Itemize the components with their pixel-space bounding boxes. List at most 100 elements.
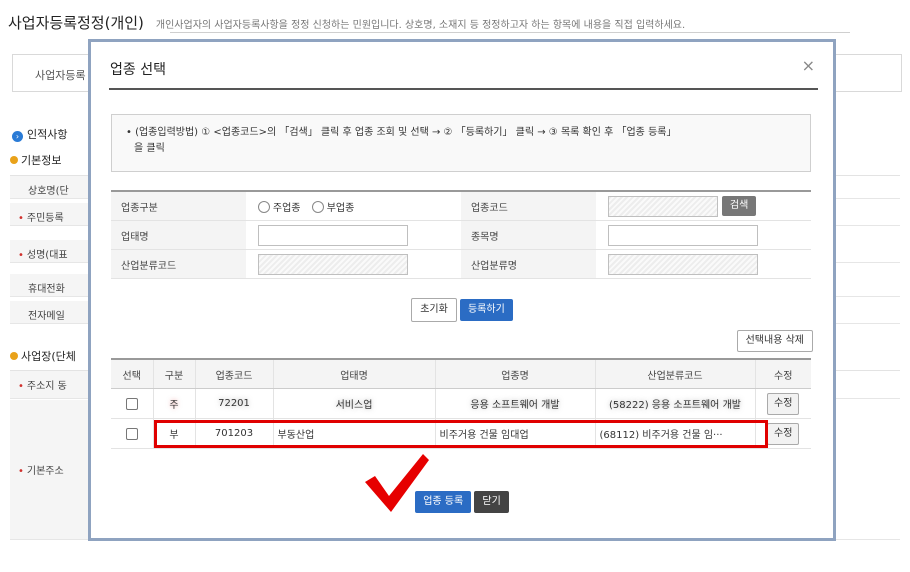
type-cell xyxy=(245,220,461,250)
edit-cell: 수정 xyxy=(754,388,811,419)
section-personal: › 인적사항 xyxy=(12,126,67,142)
industry-list-table: 선택 구분 업종코드 업태명 업종명 산업분류코드 수정 주 72201 서비스… xyxy=(111,358,811,449)
instruction-box: • (업종입력방법) ① <업종코드>의 「검색」 클릭 후 업종 조회 및 선… xyxy=(111,114,811,172)
radio-sub-industry[interactable] xyxy=(311,200,324,213)
item-cell: 응용 소프트웨어 개발 xyxy=(434,388,595,419)
biz-type-cell: 부동산업 xyxy=(272,418,435,449)
category-label: 업종구분 xyxy=(111,190,246,221)
reset-button[interactable]: 초기화 xyxy=(411,298,457,322)
row-label-text: 상호명(단 xyxy=(28,186,69,197)
col-header: 업종명 xyxy=(434,358,595,389)
item-cell: 비주거용 건물 임대업 xyxy=(434,418,595,449)
row-checkbox[interactable] xyxy=(125,397,138,410)
section-basic: 기본정보 xyxy=(10,152,61,168)
industry-class-name-field xyxy=(607,253,758,275)
arrow-circle-icon: › xyxy=(12,131,23,142)
tab-label[interactable]: 사업자등록 xyxy=(35,67,86,83)
industry-name-cell xyxy=(595,249,811,279)
row-label-text: 휴대전화 xyxy=(28,284,65,295)
select-cell xyxy=(111,388,153,419)
required-mark: • xyxy=(18,466,24,477)
table-row: 부 701203 부동산업 비주거용 건물 임대업 (68112) 비주거용 건… xyxy=(111,418,811,449)
row-label: 휴대전화 xyxy=(28,280,65,295)
row-label-text: 주민등록 xyxy=(26,213,64,224)
register-button[interactable]: 등록하기 xyxy=(459,299,513,321)
row-checkbox[interactable] xyxy=(125,427,138,440)
dialog-footer-buttons: 업종 등록 닫기 xyxy=(91,491,833,513)
col-header: 업종코드 xyxy=(194,358,273,389)
page-subtitle: 개인사업자의 사업자등록사항을 정정 신청하는 민원입니다. 상호명, 소재지 … xyxy=(155,20,686,31)
title-divider xyxy=(109,88,818,90)
row-label: • 기본주소 xyxy=(18,462,64,477)
section-basic-label: 기본정보 xyxy=(21,154,62,167)
radio-main-label: 주업종 xyxy=(272,202,301,214)
search-button[interactable]: 검색 xyxy=(721,196,757,216)
code-label: 업종코드 xyxy=(460,190,596,221)
industry-name-label: 산업분류명 xyxy=(460,249,596,279)
col-header: 수정 xyxy=(754,358,811,389)
select-cell xyxy=(111,418,153,449)
row-label-text: 성명(대표 xyxy=(26,250,68,261)
industry-code-cell xyxy=(245,249,461,279)
page-title-text: 사업자등록정정(개인) xyxy=(8,14,144,32)
required-mark: • xyxy=(18,381,24,392)
code-cell: 701203 xyxy=(194,418,273,449)
section-personal-label: 인적사항 xyxy=(27,128,68,141)
bullet-dot-icon xyxy=(10,156,18,164)
col-header: 업태명 xyxy=(272,358,435,389)
edit-button[interactable]: 수정 xyxy=(767,392,800,415)
page-title: 사업자등록정정(개인) 개인사업자의 사업자등록사항을 정정 신청하는 민원입니다… xyxy=(8,12,685,33)
type-label: 업태명 xyxy=(111,220,246,250)
category-radios: 주업종 부업종 xyxy=(245,190,461,221)
row-label: • 주민등록 xyxy=(18,209,64,224)
row-label: 전자메일 xyxy=(28,307,65,322)
type-cell: 주 xyxy=(152,388,195,419)
item-label: 종목명 xyxy=(460,220,596,250)
form-buttons: 초기화 등록하기 xyxy=(91,298,833,322)
industry-code-label: 산업분류코드 xyxy=(111,249,246,279)
section-business-label: 사업장(단체 xyxy=(21,350,76,363)
row-label: • 주소지 동 xyxy=(18,377,67,392)
instruction-line: • (업종입력방법) ① <업종코드>의 「검색」 클릭 후 업종 조회 및 선… xyxy=(126,127,677,138)
close-button[interactable]: 닫기 xyxy=(474,491,509,513)
form-row: 업태명 종목명 xyxy=(111,220,811,250)
submit-industry-button[interactable]: 업종 등록 xyxy=(415,491,472,513)
form-row: 산업분류코드 산업분류명 xyxy=(111,249,811,279)
industry-form: 업종구분 주업종 부업종 업종코드 검색 업태명 종목명 산업분류코드 산업분류… xyxy=(111,190,811,279)
business-type-field[interactable] xyxy=(257,224,408,246)
biz-type-cell: 서비스업 xyxy=(272,388,435,419)
edit-cell: 수정 xyxy=(754,418,811,449)
required-mark: • xyxy=(18,250,24,261)
form-row: 업종구분 주업종 부업종 업종코드 검색 xyxy=(111,190,811,221)
table-header-row: 선택 구분 업종코드 업태명 업종명 산업분류코드 수정 xyxy=(111,358,811,389)
item-name-field[interactable] xyxy=(607,224,758,246)
type-cell: 부 xyxy=(152,418,195,449)
col-header: 산업분류코드 xyxy=(594,358,755,389)
col-header: 선택 xyxy=(111,358,153,389)
code-cell: 72201 xyxy=(194,388,273,419)
address-label: 주소지 동 xyxy=(26,381,67,392)
item-cell xyxy=(595,220,811,250)
edit-button[interactable]: 수정 xyxy=(767,422,800,445)
code-cell: 검색 xyxy=(595,190,811,221)
delete-selected-button[interactable]: 선택내용 삭제 xyxy=(736,330,813,352)
industry-select-dialog: 업종 선택 × • (업종입력방법) ① <업종코드>의 「검색」 클릭 후 업… xyxy=(88,39,836,541)
row-label-text: 전자메일 xyxy=(28,311,65,322)
bullet-dot-icon xyxy=(10,352,18,360)
row-label: • 성명(대표 xyxy=(18,246,68,261)
title-underline xyxy=(170,32,850,33)
instruction-line: 을 클릭 xyxy=(134,143,165,154)
base-address-label: 기본주소 xyxy=(26,466,64,477)
col-header: 구분 xyxy=(152,358,195,389)
industry-class-code-field xyxy=(257,253,408,275)
industry-code-field xyxy=(607,195,718,217)
dialog-title: 업종 선택 xyxy=(110,62,166,78)
row-label: 상호명(단 xyxy=(28,182,69,197)
industry-cell: (58222) 응용 소프트웨어 개발 xyxy=(594,388,755,419)
radio-sub-label: 부업종 xyxy=(326,202,355,214)
industry-cell: (68112) 비주거용 건물 임··· xyxy=(594,418,755,449)
table-row: 주 72201 서비스업 응용 소프트웨어 개발 (58222) 응용 소프트웨… xyxy=(111,388,811,419)
close-icon[interactable]: × xyxy=(802,56,815,75)
section-business: 사업장(단체 xyxy=(10,348,76,364)
radio-main-industry[interactable] xyxy=(257,200,270,213)
